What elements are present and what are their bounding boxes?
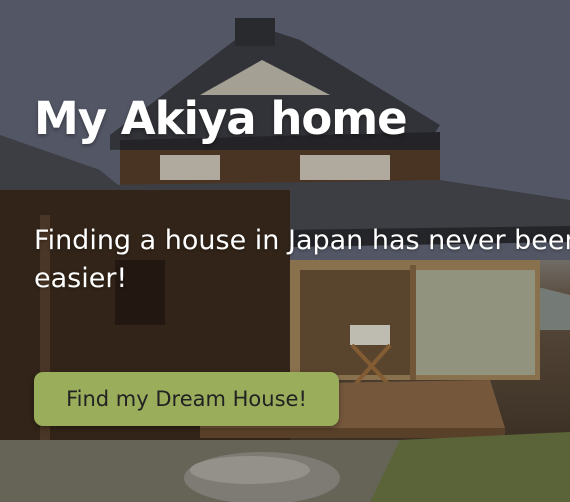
- page-title: My Akiya home: [34, 92, 408, 145]
- hero-subtitle: Finding a house in Japan has never been …: [34, 225, 570, 294]
- hero-section: My Akiya home Finding a house in Japan h…: [0, 0, 570, 502]
- find-dream-house-button[interactable]: Find my Dream House!: [34, 372, 339, 426]
